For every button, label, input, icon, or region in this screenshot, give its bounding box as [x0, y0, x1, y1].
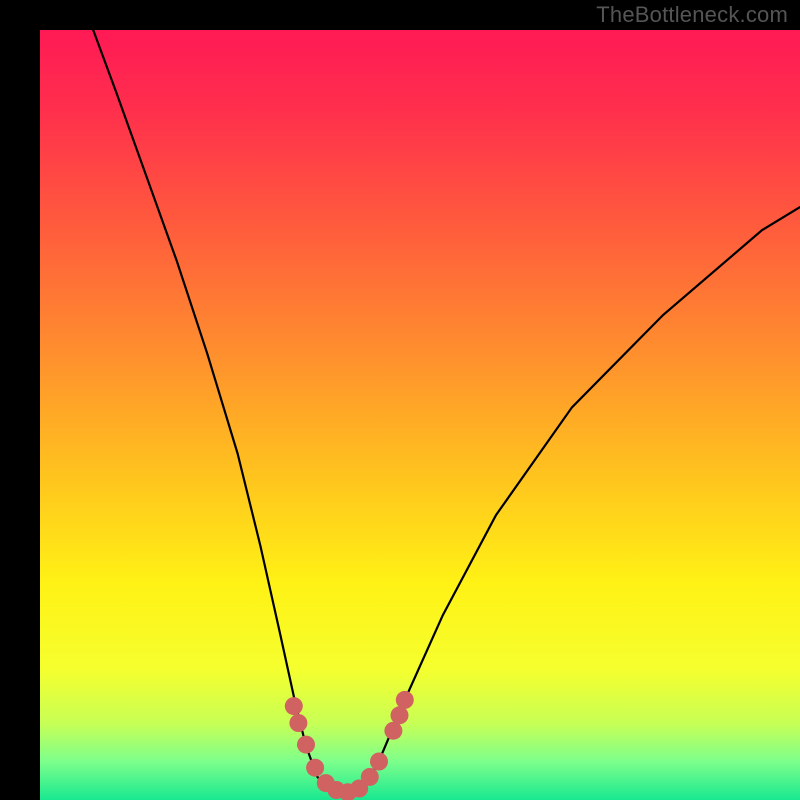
highlight-dot — [297, 736, 315, 754]
watermark-text: TheBottleneck.com — [596, 2, 788, 28]
highlight-dot — [306, 759, 324, 777]
chart-svg — [0, 0, 800, 800]
highlight-dot — [285, 697, 303, 715]
highlight-dot — [391, 706, 409, 724]
highlight-dot — [384, 722, 402, 740]
plot-background — [40, 30, 800, 800]
highlight-dot — [370, 753, 388, 771]
figure-container: TheBottleneck.com — [0, 0, 800, 800]
highlight-dot — [396, 691, 414, 709]
highlight-dot — [361, 768, 379, 786]
highlight-dot — [289, 714, 307, 732]
